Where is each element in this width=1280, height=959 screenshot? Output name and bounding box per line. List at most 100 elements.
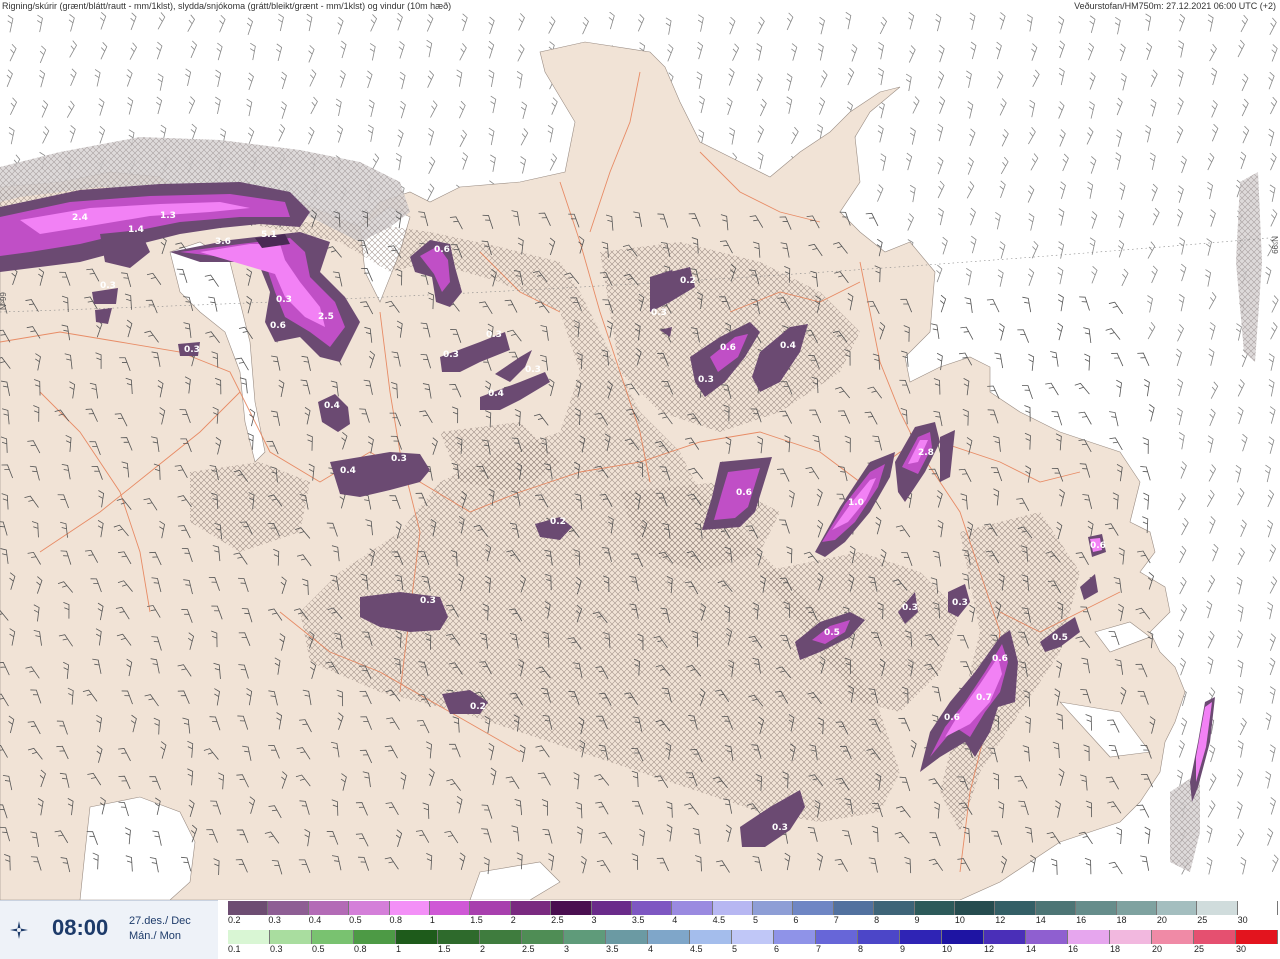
wind-barb	[1028, 353, 1035, 371]
wind-barb	[516, 71, 523, 89]
wind-barb	[1079, 296, 1090, 311]
wind-barb	[937, 207, 944, 226]
wind-barb	[757, 151, 764, 170]
wind-barb	[276, 43, 283, 62]
wind-barb	[367, 124, 374, 142]
wind-barb	[1242, 125, 1250, 144]
rain-swatch	[816, 930, 858, 944]
wind-barb	[185, 68, 192, 86]
rain-label: 1.5	[438, 944, 451, 954]
cell-label: 0.6	[720, 343, 736, 353]
map-title: Rigning/skúrir (grænt/blátt/rautt - mm/1…	[2, 1, 452, 11]
wind-barb	[1241, 73, 1249, 92]
wind-barb	[1270, 209, 1278, 227]
wind-barb	[966, 181, 975, 199]
wind-barb	[999, 180, 1006, 199]
wind-barb	[1144, 826, 1151, 844]
cell-label: 0.6	[270, 321, 286, 331]
wind-barb	[1118, 210, 1125, 228]
wind-barb	[937, 123, 944, 142]
precip-cell: 0.3	[178, 342, 200, 356]
wind-barb	[280, 101, 287, 119]
wind-barb	[219, 14, 226, 33]
wind-barb	[757, 16, 765, 34]
wind-barb	[1087, 42, 1095, 61]
wind-barb	[190, 40, 198, 59]
wind-barb	[697, 14, 704, 32]
snow-scale-labels: 0.2 0.3 0.4 0.5 0.8 1 1.5 2 2.5 3 3.5 4 4.5 5 6 7 8 9 10 12…	[228, 915, 1278, 927]
forecast-time: 08:00	[52, 915, 109, 940]
wind-barb	[986, 299, 1000, 313]
wind-barb	[1058, 16, 1065, 34]
wind-barb	[936, 264, 943, 283]
wind-barb	[1180, 717, 1188, 736]
cell-label: 0.6	[434, 245, 450, 255]
lat-label-right: N°99	[1270, 236, 1279, 254]
rain-swatch	[732, 930, 774, 944]
snow-color-scale: 0.2 0.3 0.4 0.5 0.8 1 1.5 2 2.5 3 3.5 4 4.5 5 6 7 8 9 10 12…	[228, 901, 1279, 929]
wind-barb	[190, 123, 197, 142]
wind-barb	[280, 71, 287, 90]
wind-barb	[1208, 773, 1217, 791]
wind-barb	[877, 124, 884, 143]
rain-swatch	[1110, 930, 1152, 944]
wind-barb	[399, 71, 406, 90]
wind-barb	[1118, 239, 1125, 258]
rain-label: 30	[1236, 944, 1247, 954]
wind-barb	[909, 184, 916, 203]
wind-barb	[277, 13, 284, 32]
wind-barb	[1211, 123, 1219, 142]
wind-barb	[1180, 603, 1188, 622]
wind-barb	[1147, 295, 1153, 313]
wind-barb	[1121, 268, 1129, 287]
wind-barb	[1207, 800, 1216, 818]
wind-barb	[1177, 97, 1184, 115]
wind-barb	[1089, 15, 1096, 33]
wind-barb	[335, 98, 342, 116]
wind-barb	[1240, 519, 1247, 538]
wind-barb	[667, 43, 674, 62]
wind-barb	[1269, 633, 1276, 651]
wind-barb	[1149, 152, 1156, 170]
wind-barb	[1181, 517, 1189, 536]
wind-barb	[757, 125, 764, 143]
wind-barb	[1177, 378, 1184, 397]
wind-barb	[1078, 411, 1092, 425]
rain-label: 12	[984, 944, 995, 954]
wind-barb	[937, 156, 944, 175]
forecast-map[interactable]: N°99 N°99 2.4 1.3 1.4 3.6 5.1 0.3 2.5 0.…	[0, 12, 1280, 900]
wind-barb	[1114, 16, 1121, 35]
wind-barb	[1176, 125, 1184, 144]
wind-barb	[39, 45, 47, 64]
wind-barb	[157, 12, 166, 30]
wind-barb	[994, 352, 1004, 369]
wind-barb	[912, 96, 920, 114]
snow-label: 10	[954, 915, 965, 925]
wind-barb	[1058, 293, 1064, 312]
wind-barb	[1087, 181, 1094, 199]
rain-label: 25	[1194, 944, 1205, 954]
wind-barb	[518, 13, 525, 31]
wind-barb	[1207, 181, 1213, 200]
wind-barb	[1236, 801, 1243, 819]
wind-barb	[1178, 13, 1186, 32]
wind-barb	[1237, 604, 1244, 622]
wind-barb	[66, 100, 75, 118]
rain-label: 1	[396, 944, 402, 954]
cell-label: 1.4	[128, 225, 144, 235]
rain-label: 6	[774, 944, 780, 954]
wind-barb	[1148, 404, 1155, 422]
wind-barb	[1058, 241, 1065, 259]
cell-label: 0.3	[486, 330, 502, 340]
wind-barb	[756, 73, 763, 92]
wind-barb	[490, 95, 497, 114]
wind-barb	[399, 100, 406, 119]
wind-barb	[1211, 100, 1218, 118]
wind-barb	[1051, 411, 1063, 426]
wind-barb	[1058, 40, 1065, 59]
wind-barb	[964, 297, 973, 314]
snow-label: 1.5	[470, 915, 483, 925]
wind-barb	[99, 12, 107, 30]
wind-barb	[729, 16, 736, 35]
wind-barb	[461, 152, 468, 170]
